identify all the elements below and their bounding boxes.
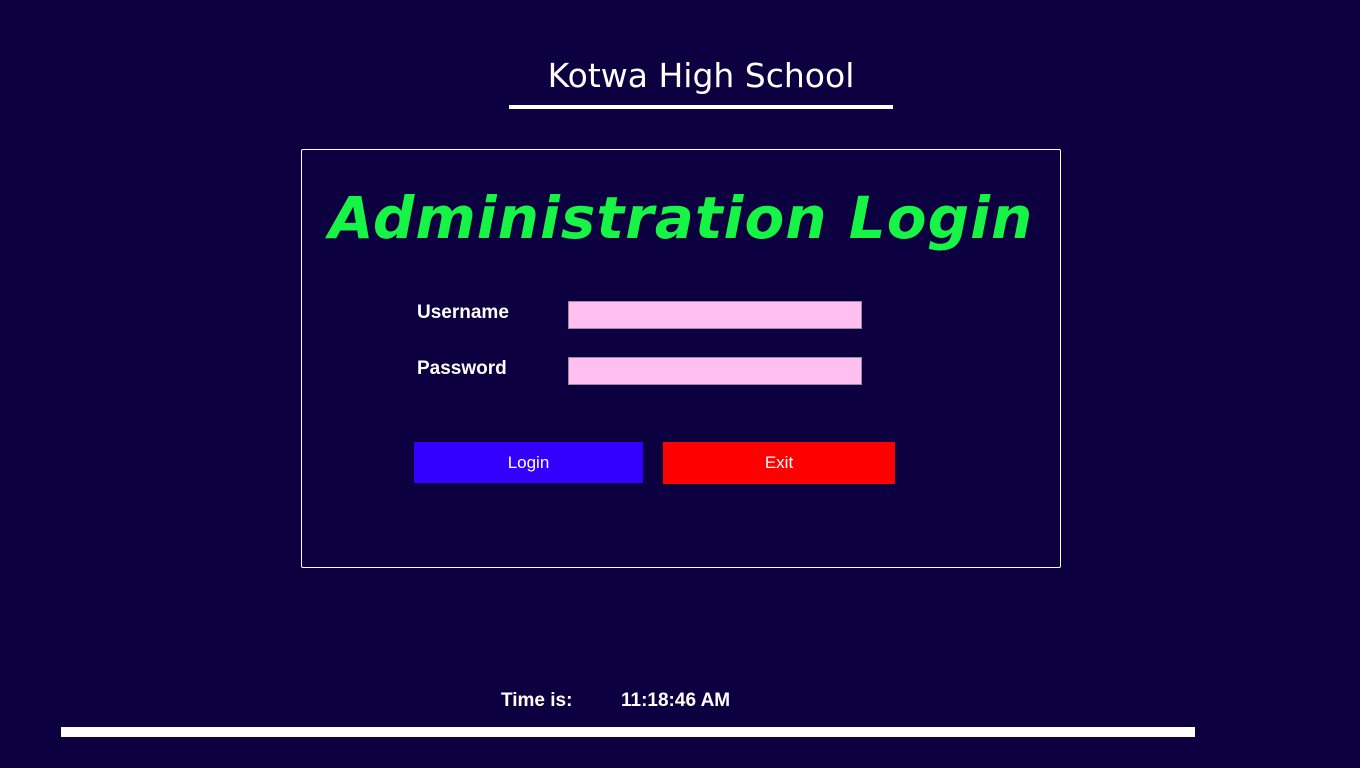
progress-bar [61,727,1195,737]
login-panel: Administration Login Username Password L… [301,149,1061,568]
password-input[interactable] [568,357,862,385]
school-title: Kotwa High School [547,56,855,95]
panel-heading: Administration Login [328,184,1034,252]
exit-button[interactable]: Exit [663,442,895,484]
username-label: Username [417,302,509,323]
time-label: Time is: [501,690,573,711]
username-input[interactable] [568,301,862,329]
login-button[interactable]: Login [414,442,643,483]
password-label: Password [417,358,507,379]
time-value: 11:18:46 AM [621,690,731,711]
login-window: Kotwa High School Administration Login U… [0,0,1360,768]
title-underline [509,105,893,109]
progress-fill [61,727,1195,737]
